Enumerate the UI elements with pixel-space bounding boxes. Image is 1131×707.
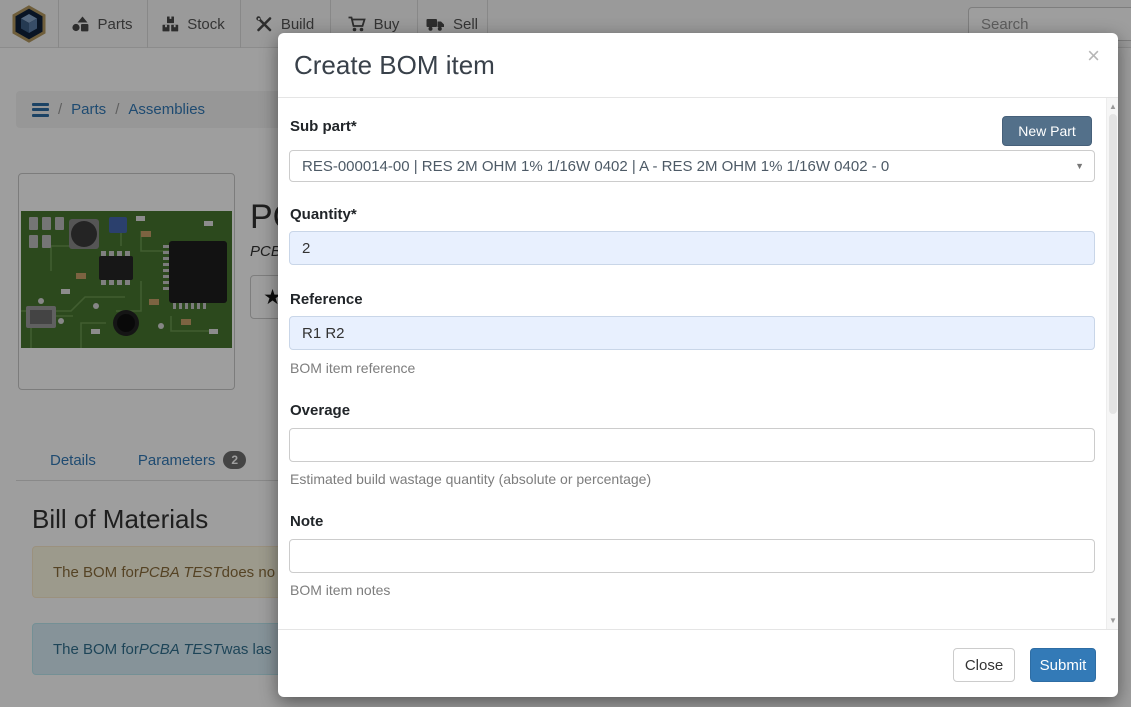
- overage-label: Overage: [290, 402, 350, 419]
- reference-help-text: BOM item reference: [290, 360, 415, 376]
- close-icon[interactable]: ×: [1087, 45, 1100, 67]
- close-button[interactable]: Close: [953, 648, 1015, 682]
- modal-footer: Close Submit: [278, 629, 1118, 697]
- scroll-down-icon[interactable]: ▼: [1107, 616, 1119, 625]
- chevron-down-icon: ▼: [1075, 161, 1084, 171]
- overage-help-text: Estimated build wastage quantity (absolu…: [290, 471, 651, 487]
- note-input[interactable]: [289, 539, 1095, 573]
- submit-button[interactable]: Submit: [1030, 648, 1096, 682]
- modal-scrollbar[interactable]: ▲ ▼: [1106, 98, 1118, 629]
- sub-part-select[interactable]: RES-000014-00 | RES 2M OHM 1% 1/16W 0402…: [289, 150, 1095, 182]
- reference-label: Reference: [290, 291, 363, 308]
- sub-part-label: Sub part*: [290, 118, 357, 135]
- sub-part-selected-value: RES-000014-00 | RES 2M OHM 1% 1/16W 0402…: [302, 158, 889, 175]
- create-bom-item-modal: Create BOM item × Sub part* New Part RES…: [278, 33, 1118, 697]
- overage-input[interactable]: [289, 428, 1095, 462]
- quantity-label: Quantity*: [290, 206, 357, 223]
- note-help-text: BOM item notes: [290, 582, 390, 598]
- new-part-button[interactable]: New Part: [1002, 116, 1092, 146]
- scrollbar-thumb[interactable]: [1109, 114, 1117, 414]
- modal-header: Create BOM item ×: [278, 33, 1118, 98]
- quantity-input[interactable]: [289, 231, 1095, 265]
- scroll-up-icon[interactable]: ▲: [1107, 102, 1119, 111]
- modal-title: Create BOM item: [294, 50, 495, 81]
- note-label: Note: [290, 513, 323, 530]
- reference-input[interactable]: [289, 316, 1095, 350]
